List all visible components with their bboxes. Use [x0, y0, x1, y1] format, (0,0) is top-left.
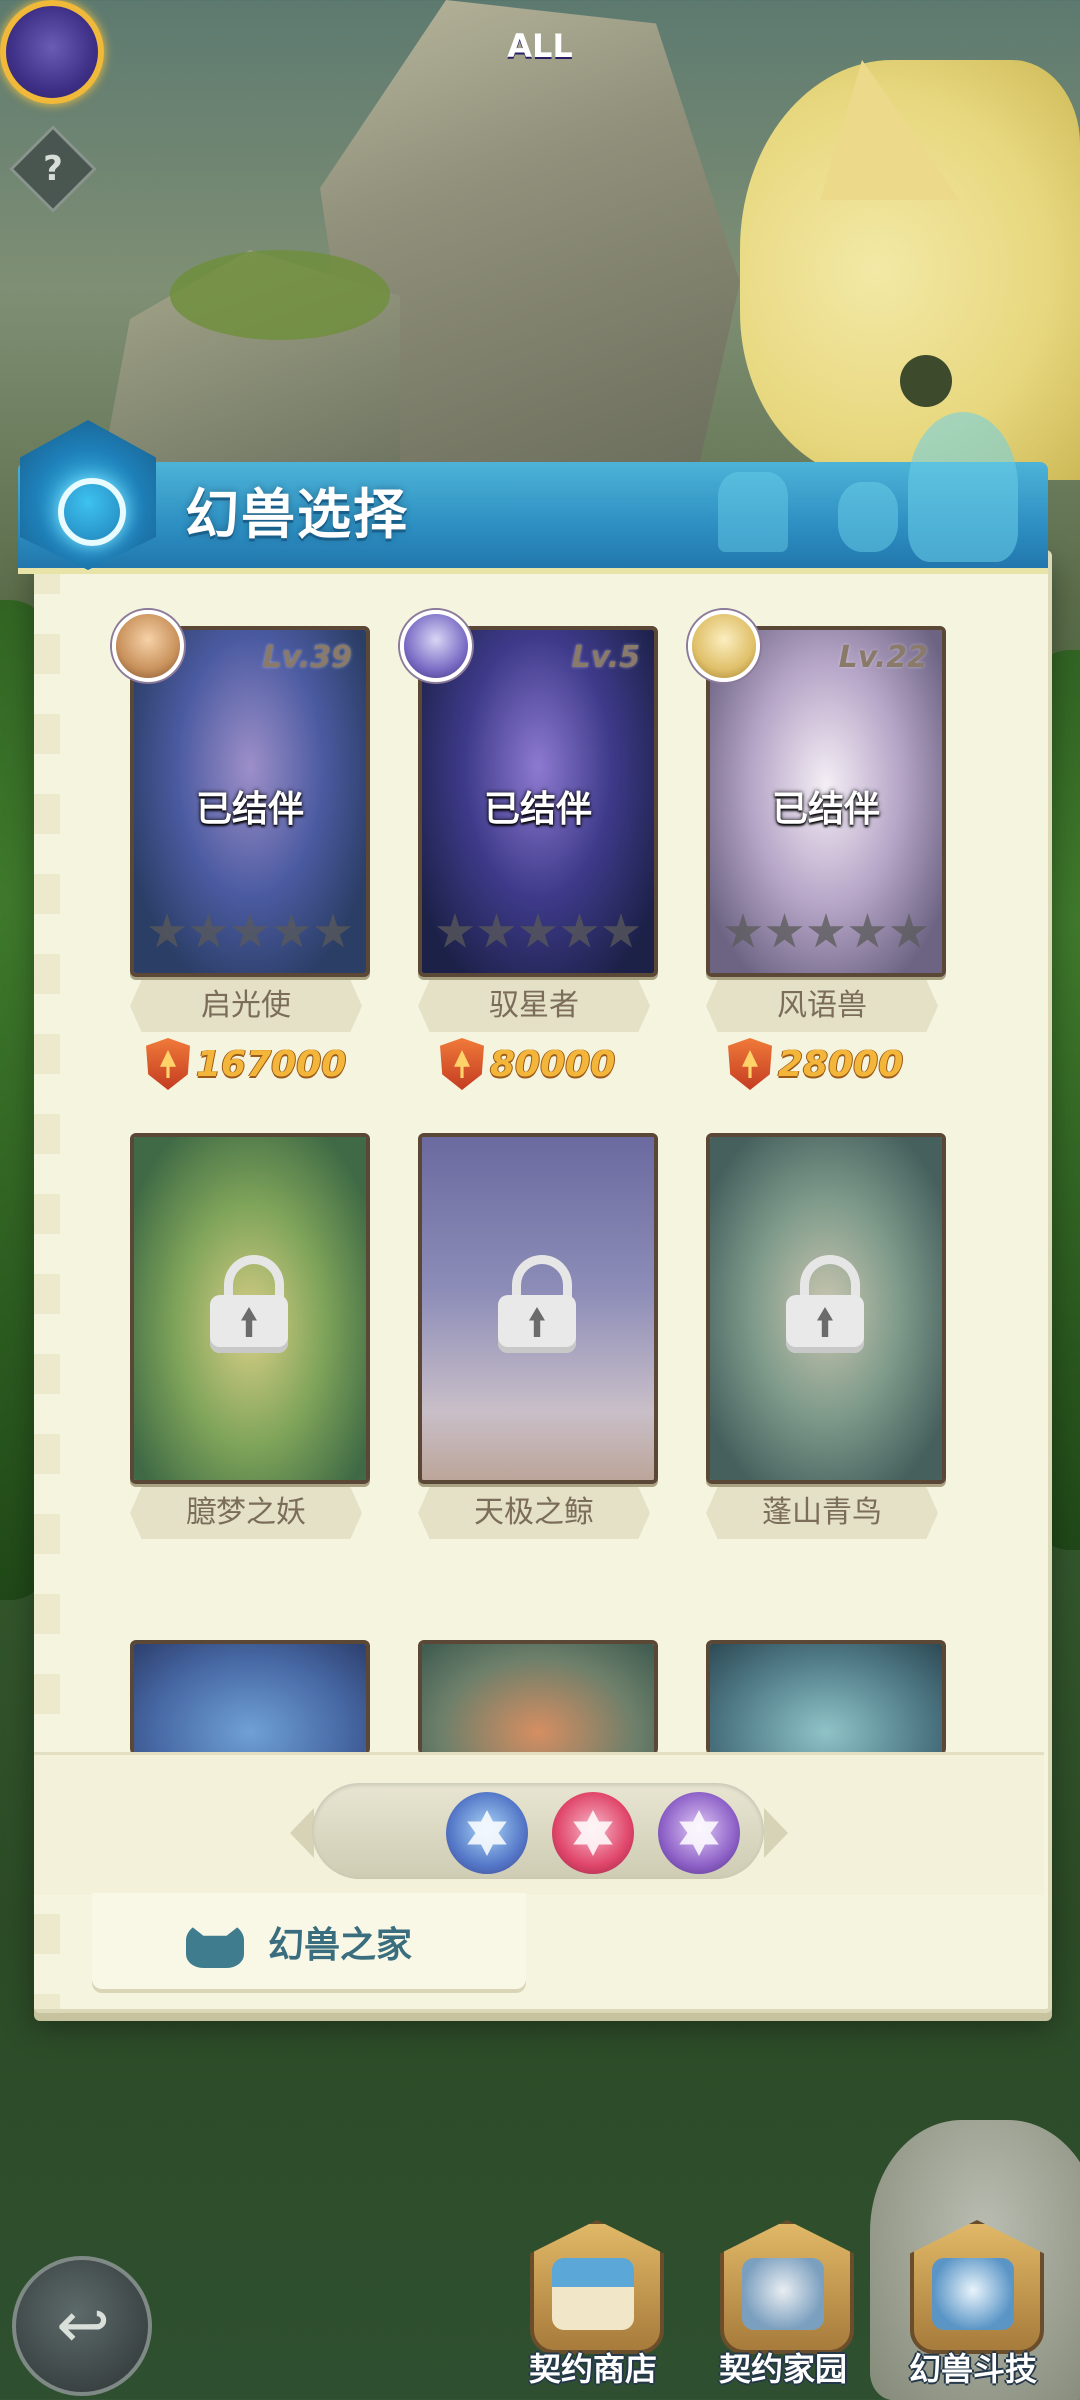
star-icon: [766, 913, 803, 948]
title-decoration-creature-small: [838, 482, 898, 552]
partnered-status: 已结伴: [195, 789, 304, 830]
question-icon: ?: [43, 149, 63, 189]
background-grass: [170, 250, 390, 340]
page-title: 幻兽选择: [185, 483, 409, 546]
beast-art: [134, 1644, 366, 1754]
hexagram-icon: [467, 1810, 507, 1856]
star-rating: [436, 913, 640, 951]
beast-card[interactable]: [706, 1640, 946, 1754]
beast-card-tianjizhijing[interactable]: [418, 1133, 658, 1484]
filter-purple-star-button[interactable]: [658, 1792, 740, 1874]
star-icon: [602, 913, 640, 948]
beast-power: 28000: [728, 1036, 903, 1092]
beast-art: [710, 1644, 942, 1754]
help-button[interactable]: ?: [9, 125, 97, 213]
beast-card[interactable]: [130, 1640, 370, 1754]
star-icon: [273, 913, 310, 948]
partner-avatar: [112, 610, 184, 682]
contract-home-label: 契约家园: [718, 2350, 847, 2388]
power-shield-icon: [728, 1038, 772, 1090]
background-cat-eye: [900, 355, 952, 407]
star-icon: [849, 913, 886, 948]
power-value: 167000: [196, 1043, 347, 1085]
beast-name: 臆梦之妖: [130, 1487, 362, 1539]
lock-icon: [498, 1255, 576, 1353]
beast-card-yuxingzhe[interactable]: Lv.5 已结伴: [418, 626, 658, 977]
filter-blue-star-button[interactable]: [446, 1792, 528, 1874]
title-decoration-wizard: [718, 472, 788, 552]
lock-icon: [210, 1255, 288, 1353]
star-rating: [148, 913, 352, 951]
filter-all-label: ALL: [507, 27, 573, 65]
star-icon: [148, 913, 186, 948]
beast-art: [422, 1644, 654, 1754]
power-value: 28000: [778, 1043, 904, 1085]
beast-name: 蓬山青鸟: [706, 1487, 938, 1539]
contract-shop-button[interactable]: 契约商店: [508, 2220, 678, 2400]
star-icon: [231, 913, 269, 948]
partner-avatar: [688, 610, 760, 682]
star-icon: [478, 913, 515, 948]
beast-battle-button[interactable]: 幻兽斗技: [888, 2220, 1058, 2400]
filter-all-button[interactable]: ALL: [0, 0, 573, 104]
star-icon: [890, 913, 928, 948]
contract-home-button[interactable]: 契约家园: [698, 2220, 868, 2400]
star-icon: [436, 913, 474, 948]
panel-title-bar: [18, 412, 1048, 574]
partnered-status: 已结伴: [483, 789, 592, 830]
beast-level: Lv.39: [262, 640, 352, 675]
star-icon: [190, 913, 227, 948]
star-icon: [807, 913, 845, 948]
beast-name: 启光使: [130, 980, 362, 1032]
beast-card-fengyushou[interactable]: Lv.22 已结伴: [706, 626, 946, 977]
lock-icon: [786, 1255, 864, 1353]
back-button[interactable]: ↩: [12, 2256, 152, 2396]
hexagram-icon: [679, 1810, 719, 1856]
filter-red-star-button[interactable]: [552, 1792, 634, 1874]
power-shield-icon: [146, 1038, 190, 1090]
beast-power: 167000: [146, 1036, 346, 1092]
beast-battle-label: 幻兽斗技: [908, 2350, 1037, 2388]
background-yellow-cat-statue: [740, 60, 1080, 480]
hexagram-icon: [573, 1810, 613, 1856]
title-emblem-ring: [58, 478, 126, 546]
beast-name: 风语兽: [706, 980, 938, 1032]
beast-name: 天极之鲸: [418, 1487, 650, 1539]
star-icon: [561, 913, 598, 948]
star-icon: [519, 913, 557, 948]
home-pet-icon: [742, 2258, 824, 2330]
power-value: 80000: [490, 1043, 616, 1085]
beast-card-qiguangshi[interactable]: Lv.39 已结伴: [130, 626, 370, 977]
husky-pet-icon: [932, 2258, 1014, 2330]
partnered-status: 已结伴: [771, 789, 880, 830]
partner-avatar: [400, 610, 472, 682]
beast-level: Lv.22: [838, 640, 928, 675]
shop-awning-icon: [552, 2258, 634, 2330]
star-icon: [314, 913, 352, 948]
star-icon: [724, 913, 762, 948]
contract-shop-label: 契约商店: [528, 2350, 657, 2388]
beast-name: 驭星者: [418, 980, 650, 1032]
beast-power: 80000: [440, 1036, 615, 1092]
title-decoration-creature: [908, 412, 1018, 562]
beast-level: Lv.5: [571, 640, 641, 675]
beast-home-label: 幻兽之家: [268, 1925, 413, 1966]
beast-card-yimengzhiyao[interactable]: [130, 1133, 370, 1484]
power-shield-icon: [440, 1038, 484, 1090]
beast-card-pengshanqingniao[interactable]: [706, 1133, 946, 1484]
return-arrow-icon: ↩: [56, 2289, 110, 2363]
star-rating: [724, 913, 928, 951]
beast-card[interactable]: [418, 1640, 658, 1754]
